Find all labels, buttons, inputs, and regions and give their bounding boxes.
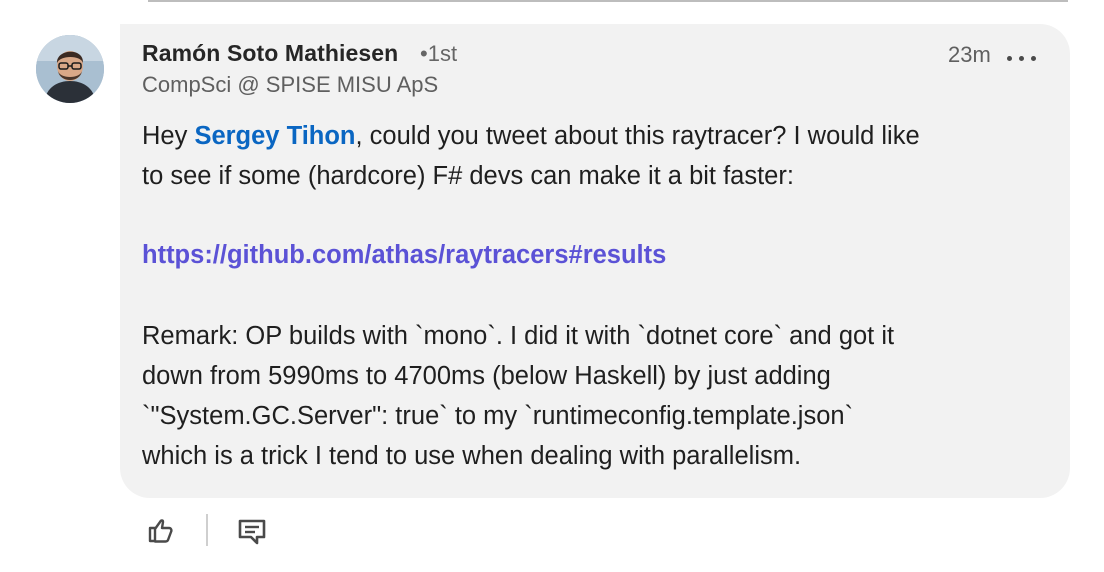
comment-url-line: https://github.com/athas/raytracers#resu… xyxy=(142,235,1052,275)
ellipsis-icon xyxy=(1031,56,1036,61)
author-headline: CompSci @ SPISE MISU ApS xyxy=(142,72,439,97)
comment-icon xyxy=(238,519,266,545)
comment-line-2: to see if some (hardcore) F# devs can ma… xyxy=(142,162,794,190)
connection-degree: •1st xyxy=(420,41,458,66)
ellipsis-icon xyxy=(1007,56,1012,61)
author-name[interactable]: Ramón Soto Mathiesen xyxy=(142,40,398,67)
comment-line-1: Hey Sergey Tihon, could you tweet about … xyxy=(142,116,1052,156)
mention-link[interactable]: Sergey Tihon xyxy=(194,122,355,150)
comment-line-1-prefix: Hey xyxy=(142,122,195,150)
more-options-button[interactable] xyxy=(1005,46,1039,66)
ellipsis-icon xyxy=(1019,56,1024,61)
comment-line-4: Remark: OP builds with `mono`. I did it … xyxy=(142,322,895,350)
comment-line-1-suffix: , could you tweet about this raytracer? … xyxy=(355,122,920,150)
comment-page: Ramón Soto Mathiesen •1st CompSci @ SPIS… xyxy=(0,0,1104,572)
comment-line-5: down from 5990ms to 4700ms (below Haskel… xyxy=(142,362,831,390)
top-divider xyxy=(148,0,1068,2)
reply-button[interactable] xyxy=(236,516,268,546)
comment-line-7: which is a trick I tend to use when deal… xyxy=(142,442,802,470)
avatar[interactable] xyxy=(36,35,104,103)
comment-timestamp: 23m xyxy=(948,42,991,67)
github-url-link[interactable]: https://github.com/athas/raytracers#resu… xyxy=(142,241,666,269)
action-divider xyxy=(206,514,208,546)
thumbs-up-icon xyxy=(148,519,173,543)
comment-line-6: `"System.GC.Server": true` to my `runtim… xyxy=(142,402,854,430)
like-button[interactable] xyxy=(144,514,176,546)
profile-photo-icon xyxy=(36,35,104,103)
